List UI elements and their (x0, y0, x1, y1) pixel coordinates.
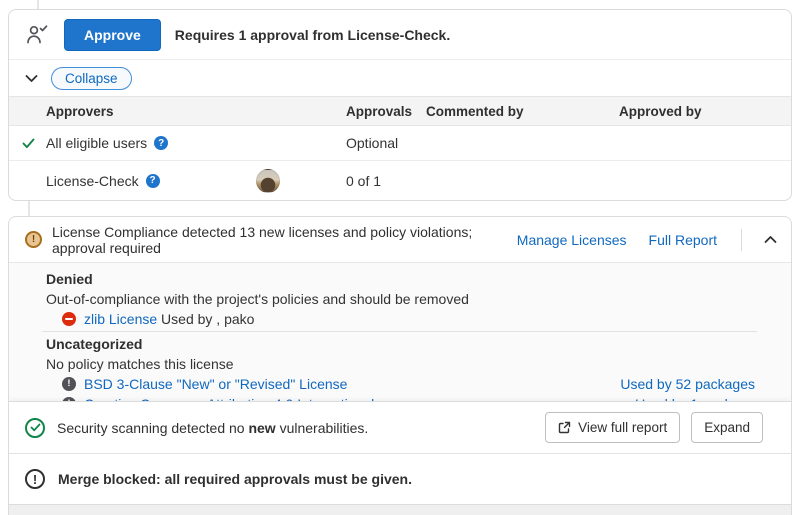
uncategorized-section-description: No policy matches this license (9, 354, 791, 374)
security-new-emphasis: new (248, 420, 275, 436)
approver-name: All eligible users (46, 135, 147, 151)
divider (741, 229, 742, 251)
approvals-count: Optional (346, 135, 426, 151)
table-row-license-check: License-Check ? 0 of 1 (9, 160, 791, 200)
view-full-report-button[interactable]: View full report (545, 412, 680, 443)
security-scanning-text: Security scanning detected no new vulner… (57, 420, 533, 436)
alert-icon: ! (25, 469, 45, 489)
full-report-link[interactable]: Full Report (649, 232, 717, 248)
header-approvals: Approvals (346, 104, 426, 119)
header-approvers: Approvers (46, 104, 346, 119)
license-link[interactable]: BSD 3-Clause "New" or "Revised" License (84, 374, 347, 394)
approvals-widget: Approve Requires 1 approval from License… (8, 9, 792, 201)
used-by-link[interactable]: Used by 1 package (635, 394, 755, 401)
approve-button[interactable]: Approve (64, 19, 161, 51)
timeline-connector-top (37, 0, 39, 9)
license-used-by-text: Used by , pako (161, 311, 254, 327)
approver-name: License-Check (46, 173, 139, 189)
chevron-up-icon[interactable] (764, 235, 777, 244)
reports-widget: ! License Compliance detected 13 new lic… (8, 216, 792, 515)
approval-requires-text: Requires 1 approval from License-Check. (175, 27, 450, 43)
table-row-all-eligible-users: All eligible users ? Optional (9, 126, 791, 160)
chevron-down-icon[interactable] (25, 74, 38, 83)
timeline-connector-mid (28, 201, 30, 216)
license-item-zlib: zlib License Used by , pako (9, 309, 791, 329)
compliance-links: Manage Licenses Full Report (517, 229, 777, 251)
collapse-row: Collapse (9, 59, 791, 96)
info-icon: ! (62, 377, 76, 391)
used-by-link[interactable]: Used by 52 packages (620, 374, 755, 394)
license-compliance-summary: License Compliance detected 13 new licen… (52, 224, 507, 256)
uncategorized-section-title: Uncategorized (9, 334, 791, 354)
security-buttons: View full report Expand (545, 412, 763, 443)
security-scanning-row: Security scanning detected no new vulner… (9, 401, 791, 453)
license-compliance-row: ! License Compliance detected 13 new lic… (9, 217, 791, 262)
section-divider (42, 331, 757, 332)
merge-blocked-row: ! Merge blocked: all required approvals … (9, 453, 791, 504)
approve-row: Approve Requires 1 approval from License… (9, 10, 791, 59)
approvers-table-header: Approvers Approvals Commented by Approve… (9, 96, 791, 126)
widget-footer-strip (9, 504, 791, 515)
merge-blocked-text: Merge blocked: all required approvals mu… (58, 471, 412, 487)
collapse-button[interactable]: Collapse (51, 67, 132, 90)
warning-icon: ! (25, 231, 42, 248)
license-item-cc: ! Creative Commons Attribution 4.0 Inter… (9, 394, 791, 401)
approval-user-icon (25, 24, 50, 45)
header-approved-by: Approved by (619, 104, 791, 119)
license-item-bsd: ! BSD 3-Clause "New" or "Revised" Licens… (9, 374, 791, 394)
denied-section-title: Denied (9, 269, 791, 289)
external-link-icon (558, 421, 571, 434)
help-icon[interactable]: ? (146, 174, 160, 188)
success-check-icon (25, 418, 45, 438)
approver-avatar[interactable] (256, 169, 280, 193)
expand-button[interactable]: Expand (691, 412, 763, 443)
license-link[interactable]: zlib License (84, 311, 157, 327)
help-icon[interactable]: ? (154, 136, 168, 150)
denied-section-description: Out-of-compliance with the project's pol… (9, 289, 791, 309)
approved-check-icon (9, 138, 46, 149)
header-commented-by: Commented by (426, 104, 619, 119)
manage-licenses-link[interactable]: Manage Licenses (517, 232, 627, 248)
license-report-body: Denied Out-of-compliance with the projec… (9, 262, 791, 401)
approvals-count: 0 of 1 (346, 173, 426, 189)
license-link[interactable]: Creative Commons Attribution 4.0 Interna… (84, 394, 374, 401)
blocked-icon (62, 312, 76, 326)
